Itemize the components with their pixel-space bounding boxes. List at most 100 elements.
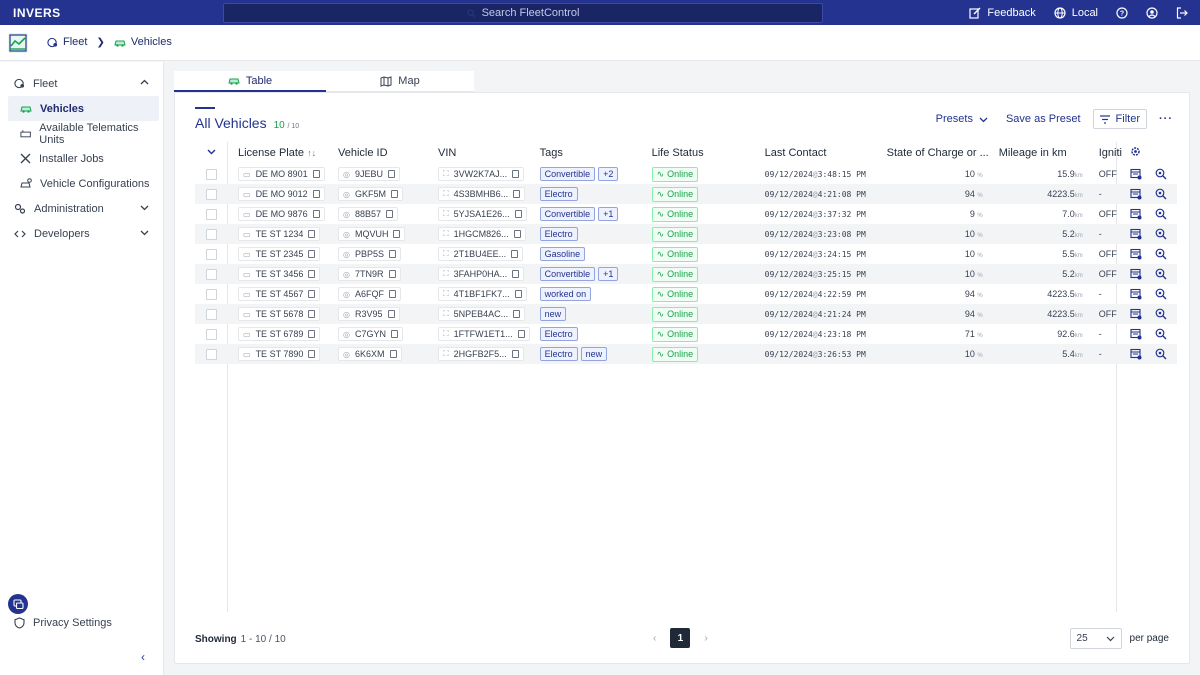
copy-icon[interactable] (514, 290, 522, 298)
copy-icon[interactable] (391, 330, 398, 338)
license-plate-chip[interactable]: ▭ TE ST 1234 (238, 227, 321, 241)
license-plate-chip[interactable]: ▭ TE ST 7890 (238, 347, 321, 361)
sidebar-item-administration[interactable]: Administration (8, 196, 159, 221)
details-icon[interactable] (1130, 168, 1142, 180)
tag-badge[interactable]: Electro (539, 227, 578, 241)
prev-page-button[interactable]: ‹ (653, 633, 656, 644)
copy-icon[interactable] (393, 230, 401, 238)
license-plate-chip[interactable]: ▭ TE ST 4567 (238, 287, 321, 301)
breadcrumb-vehicles[interactable]: Vehicles (114, 36, 172, 48)
license-plate-chip[interactable]: ▭ TE ST 2345 (238, 247, 321, 261)
vin-chip[interactable]: ⛶ 2T1BU4EE... (438, 247, 524, 261)
tag-badge[interactable]: new (580, 347, 608, 361)
per-page-select[interactable]: 25 (1069, 628, 1122, 649)
chat-icon[interactable] (8, 594, 28, 614)
sidebar-item-telematics-units[interactable]: Available Telematics Units (8, 121, 159, 146)
row-checkbox[interactable] (206, 308, 217, 320)
filter-button[interactable]: Filter (1092, 109, 1147, 129)
table-row[interactable]: ▭ TE ST 3456 ◎ 7TN9R ⛶ 3FAHP0HA... Converti… (195, 264, 1177, 284)
locate-icon[interactable] (1155, 268, 1167, 280)
more-options-button[interactable]: ··· (1159, 113, 1173, 125)
license-plate-chip[interactable]: ▭ DE MO 8901 (238, 167, 325, 181)
copy-icon[interactable] (387, 310, 395, 318)
copy-icon[interactable] (388, 170, 395, 178)
row-checkbox[interactable] (206, 328, 217, 340)
row-checkbox[interactable] (206, 268, 217, 280)
locate-icon[interactable] (1155, 308, 1167, 320)
page-button-current[interactable]: 1 (670, 628, 691, 648)
details-icon[interactable] (1130, 328, 1142, 340)
sidebar-item-fleet[interactable]: Fleet (8, 71, 159, 96)
row-checkbox[interactable] (206, 188, 217, 200)
column-tags[interactable]: Tags (530, 142, 642, 164)
table-row[interactable]: ▭ DE MO 9012 ◎ GKF5M ⛶ 4S3BMHB6... Electro … (195, 184, 1177, 204)
sidebar-item-developers[interactable]: Developers (8, 221, 159, 246)
vehicle-id-chip[interactable]: ◎ GKF5M (338, 187, 403, 201)
vehicle-id-chip[interactable]: ◎ 7TN9R (338, 267, 401, 281)
table-row[interactable]: ▭ TE ST 2345 ◎ PBP5S ⛶ 2T1BU4EE... Gasoline… (195, 244, 1177, 264)
row-checkbox[interactable] (206, 248, 217, 260)
tag-badge[interactable]: +2 (598, 167, 619, 181)
tag-badge[interactable]: Electro (539, 187, 578, 201)
column-ignition[interactable]: Igniti (1089, 142, 1122, 164)
table-row[interactable]: ▭ TE ST 4567 ◎ A6FQF ⛶ 4T1BF1FK7... worked … (195, 284, 1177, 304)
license-plate-chip[interactable]: ▭ TE ST 5678 (238, 307, 321, 321)
tag-badge[interactable]: Convertible (539, 167, 596, 181)
locate-icon[interactable] (1155, 328, 1167, 340)
copy-icon[interactable] (388, 270, 396, 278)
privacy-settings-link[interactable]: Privacy Settings (8, 617, 112, 629)
vehicle-id-chip[interactable]: ◎ PBP5S (338, 247, 402, 261)
license-plate-chip[interactable]: ▭ TE ST 6789 (238, 327, 321, 341)
copy-icon[interactable] (513, 190, 521, 198)
table-row[interactable]: ▭ TE ST 1234 ◎ MQVUH ⛶ 1HGCM826... Electro … (195, 224, 1177, 244)
copy-icon[interactable] (517, 330, 525, 338)
details-icon[interactable] (1130, 308, 1142, 320)
tag-badge[interactable]: +1 (598, 267, 619, 281)
search-input[interactable]: Search FleetControl (223, 3, 823, 23)
copy-icon[interactable] (512, 270, 520, 278)
vin-chip[interactable]: ⛶ 4S3BMHB6... (438, 187, 526, 201)
next-page-button[interactable]: › (704, 633, 707, 644)
app-logo-icon[interactable] (8, 33, 28, 53)
table-row[interactable]: ▭ DE MO 8901 ◎ 9JEBU ⛶ 3VW2K7AJ... Converti… (195, 164, 1177, 184)
vin-chip[interactable]: ⛶ 1HGCM826... (438, 227, 526, 241)
row-checkbox[interactable] (206, 168, 217, 180)
table-row[interactable]: ▭ TE ST 7890 ◎ 6K6XM ⛶ 2HGFB2F5... Electro n… (195, 344, 1177, 364)
column-settings[interactable] (1122, 142, 1177, 164)
vehicle-id-chip[interactable]: ◎ 88B57 (338, 207, 399, 221)
user-icon[interactable] (1146, 6, 1158, 19)
details-icon[interactable] (1130, 268, 1142, 280)
locate-icon[interactable] (1155, 348, 1167, 360)
column-life-status[interactable]: Life Status (642, 142, 755, 164)
feedback-button[interactable]: Feedback (969, 7, 1036, 19)
table-row[interactable]: ▭ TE ST 5678 ◎ R3V95 ⛶ 5NPEB4AC... new ∿ Onl… (195, 304, 1177, 324)
vehicle-id-chip[interactable]: ◎ MQVUH (338, 227, 406, 241)
tag-badge[interactable]: Convertible (539, 207, 596, 221)
vehicle-id-chip[interactable]: ◎ R3V95 (338, 307, 400, 321)
copy-icon[interactable] (512, 170, 520, 178)
tag-badge[interactable]: Electro (539, 347, 578, 361)
vin-chip[interactable]: ⛶ 4T1BF1FK7... (438, 287, 527, 301)
copy-icon[interactable] (308, 250, 316, 258)
copy-icon[interactable] (389, 290, 396, 298)
tag-badge[interactable]: Convertible (539, 267, 596, 281)
row-checkbox[interactable] (206, 208, 217, 220)
copy-icon[interactable] (308, 350, 316, 358)
tag-badge[interactable]: new (539, 307, 567, 321)
help-icon[interactable]: ? (1116, 6, 1128, 19)
column-mileage[interactable]: Mileage in km (989, 142, 1089, 164)
vin-chip[interactable]: ⛶ 1FTFW1ET1... (438, 327, 530, 341)
sidebar-item-installer-jobs[interactable]: Installer Jobs (8, 146, 159, 171)
vehicle-id-chip[interactable]: ◎ A6FQF (338, 287, 401, 301)
copy-icon[interactable] (389, 350, 397, 358)
locate-icon[interactable] (1155, 208, 1167, 220)
tab-map[interactable]: Map (326, 71, 474, 92)
vehicle-id-chip[interactable]: ◎ C7GYN (338, 327, 403, 341)
vin-chip[interactable]: ⛶ 5YJSA1E26... (438, 207, 527, 221)
column-last-contact[interactable]: Last Contact (755, 142, 887, 164)
tag-badge[interactable]: Gasoline (539, 247, 586, 261)
locate-icon[interactable] (1155, 168, 1167, 180)
tag-badge[interactable]: Electro (539, 327, 578, 341)
details-icon[interactable] (1130, 348, 1142, 360)
locate-icon[interactable] (1155, 248, 1167, 260)
